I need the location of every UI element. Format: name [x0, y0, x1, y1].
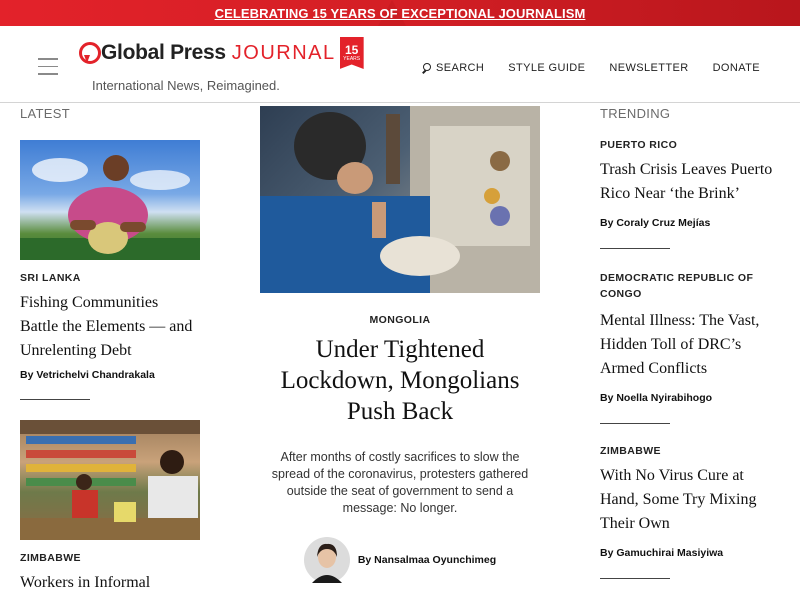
- author-avatar[interactable]: [303, 537, 350, 583]
- zimbabwe-shop-photo: [20, 420, 200, 540]
- search-icon: [421, 63, 431, 73]
- header-nav: SEARCH STYLE GUIDE NEWSLETTER DONATE: [421, 62, 760, 74]
- trending-column: TRENDING PUERTO RICO Trash Crisis Leaves…: [600, 106, 780, 579]
- trending-byline[interactable]: By Noella Nyirabihogo: [600, 392, 780, 404]
- featured-image[interactable]: [260, 106, 540, 293]
- separator: [600, 423, 670, 424]
- trending-heading: TRENDING: [600, 106, 671, 121]
- top-banner: CELEBRATING 15 YEARS OF EXCEPTIONAL JOUR…: [0, 0, 800, 26]
- featured-kicker[interactable]: MONGOLIA: [260, 314, 540, 326]
- trending-headline[interactable]: Trash Crisis Leaves Puerto Rico Near ‘th…: [600, 158, 780, 206]
- logo-journal: JOURNAL: [231, 41, 336, 64]
- mongolia-photo: [260, 106, 540, 293]
- article-image-zimbabwe[interactable]: [20, 420, 200, 540]
- article-kicker[interactable]: SRI LANKA: [20, 272, 200, 284]
- article-headline[interactable]: Fishing Communities Battle the Elements …: [20, 291, 200, 363]
- featured-column: MONGOLIA Under Tightened Lockdown, Mongo…: [260, 106, 540, 583]
- logo-name: Global Press: [101, 41, 226, 64]
- anniversary-badge: 15 YEARS: [339, 37, 364, 69]
- badge-number: 15: [344, 43, 359, 57]
- trending-byline[interactable]: By Gamuchirai Masiyiwa: [600, 547, 780, 559]
- trending-kicker[interactable]: ZIMBABWE: [600, 445, 780, 457]
- article-byline[interactable]: By Vetrichelvi Chandrakala: [20, 369, 200, 381]
- search-label: SEARCH: [435, 62, 485, 74]
- article-image-sri-lanka[interactable]: [20, 140, 200, 260]
- menu-icon[interactable]: [38, 58, 58, 75]
- donate-link[interactable]: DONATE: [713, 62, 760, 74]
- latest-column: LATEST SRI LANKA Fishing Communities Bat…: [20, 106, 200, 595]
- site-logo[interactable]: Global Press JOURNAL 15 YEARS: [78, 36, 364, 70]
- trending-kicker[interactable]: PUERTO RICO: [600, 139, 780, 151]
- site-tagline: International News, Reimagined.: [92, 78, 280, 93]
- trending-byline[interactable]: By Coraly Cruz Mejías: [600, 217, 780, 229]
- trending-headline[interactable]: With No Virus Cure at Hand, Some Try Mix…: [600, 464, 780, 536]
- featured-summary: After months of costly sacrifices to slo…: [271, 450, 529, 515]
- sri-lanka-photo: [20, 155, 200, 260]
- featured-byline[interactable]: By Nansalmaa Oyunchimeg: [358, 554, 496, 566]
- article-headline[interactable]: Workers in Informal: [20, 571, 200, 595]
- latest-heading: LATEST: [20, 106, 70, 121]
- separator: [20, 399, 90, 400]
- article-kicker[interactable]: ZIMBABWE: [20, 552, 200, 564]
- separator: [600, 248, 670, 249]
- style-guide-link[interactable]: STYLE GUIDE: [508, 62, 585, 74]
- featured-author: By Nansalmaa Oyunchimeg: [260, 537, 540, 583]
- badge-text: YEARS: [343, 56, 361, 62]
- search-link[interactable]: SEARCH: [421, 62, 484, 74]
- site-header: Global Press JOURNAL 15 YEARS Internatio…: [0, 26, 800, 103]
- newsletter-link[interactable]: NEWSLETTER: [609, 62, 688, 74]
- banner-link[interactable]: CELEBRATING 15 YEARS OF EXCEPTIONAL JOUR…: [215, 6, 586, 21]
- logo-pin-icon: [78, 42, 101, 64]
- featured-headline[interactable]: Under Tightened Lockdown, Mongolians Pus…: [260, 334, 540, 427]
- trending-kicker[interactable]: DEMOCRATIC REPUBLIC OF CONGO: [600, 270, 780, 302]
- trending-headline[interactable]: Mental Illness: The Vast, Hidden Toll of…: [600, 309, 780, 381]
- separator: [600, 578, 670, 579]
